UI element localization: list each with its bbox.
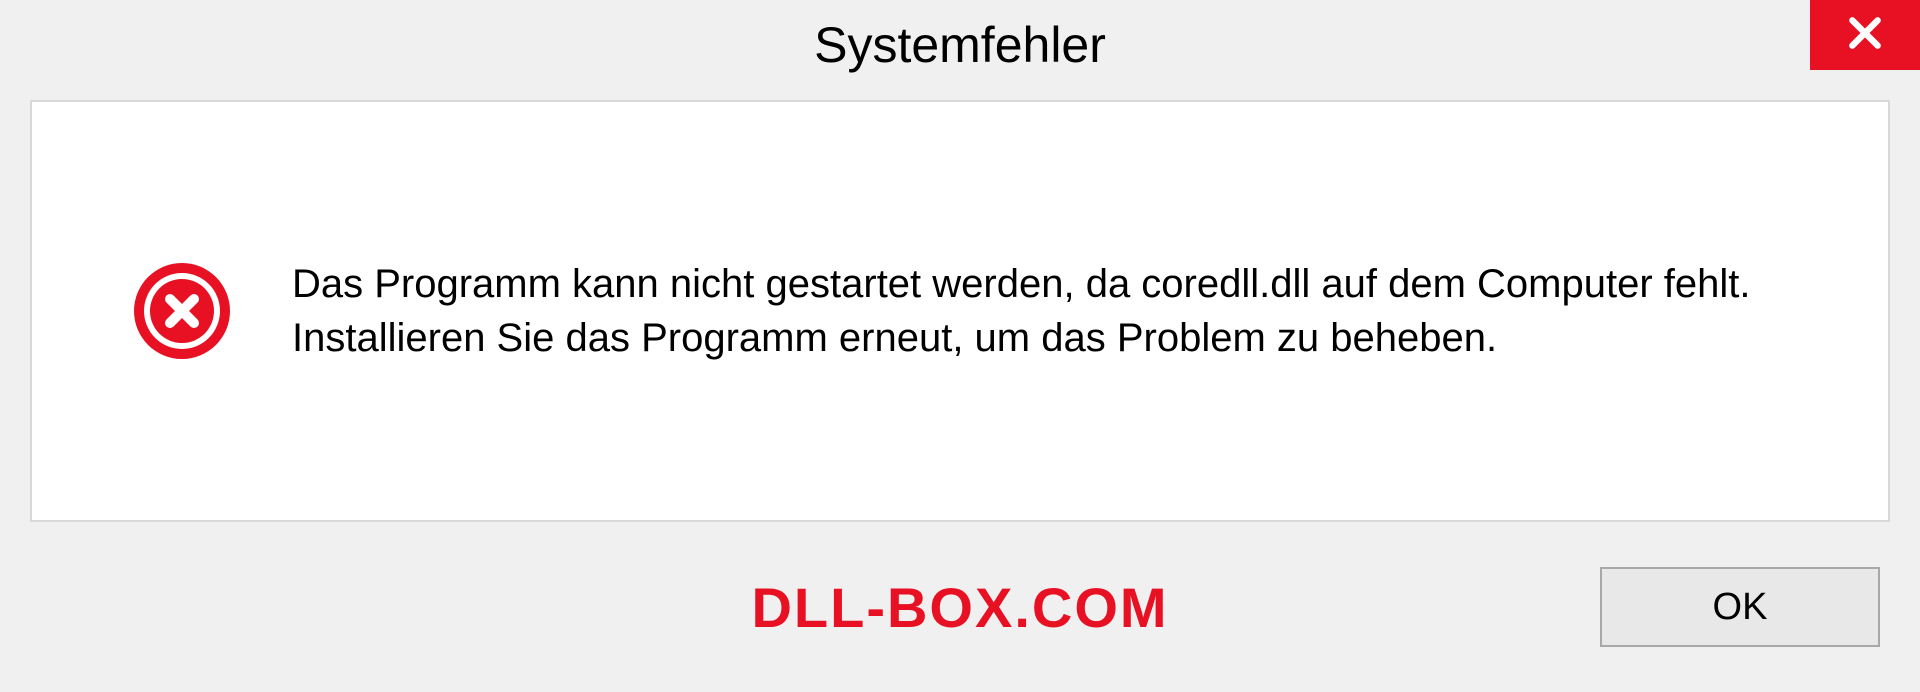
error-icon (132, 261, 232, 361)
ok-button[interactable]: OK (1600, 567, 1880, 647)
error-dialog: Systemfehler Das Programm kann nic (0, 0, 1920, 692)
close-icon (1846, 14, 1884, 57)
close-button[interactable] (1810, 0, 1920, 70)
watermark-text: DLL-BOX.COM (751, 575, 1168, 640)
error-message: Das Programm kann nicht gestartet werden… (292, 257, 1808, 365)
dialog-title: Systemfehler (814, 16, 1106, 74)
dialog-footer: DLL-BOX.COM OK (0, 522, 1920, 692)
content-panel: Das Programm kann nicht gestartet werden… (30, 100, 1890, 522)
ok-button-label: OK (1713, 586, 1768, 629)
titlebar: Systemfehler (0, 0, 1920, 90)
